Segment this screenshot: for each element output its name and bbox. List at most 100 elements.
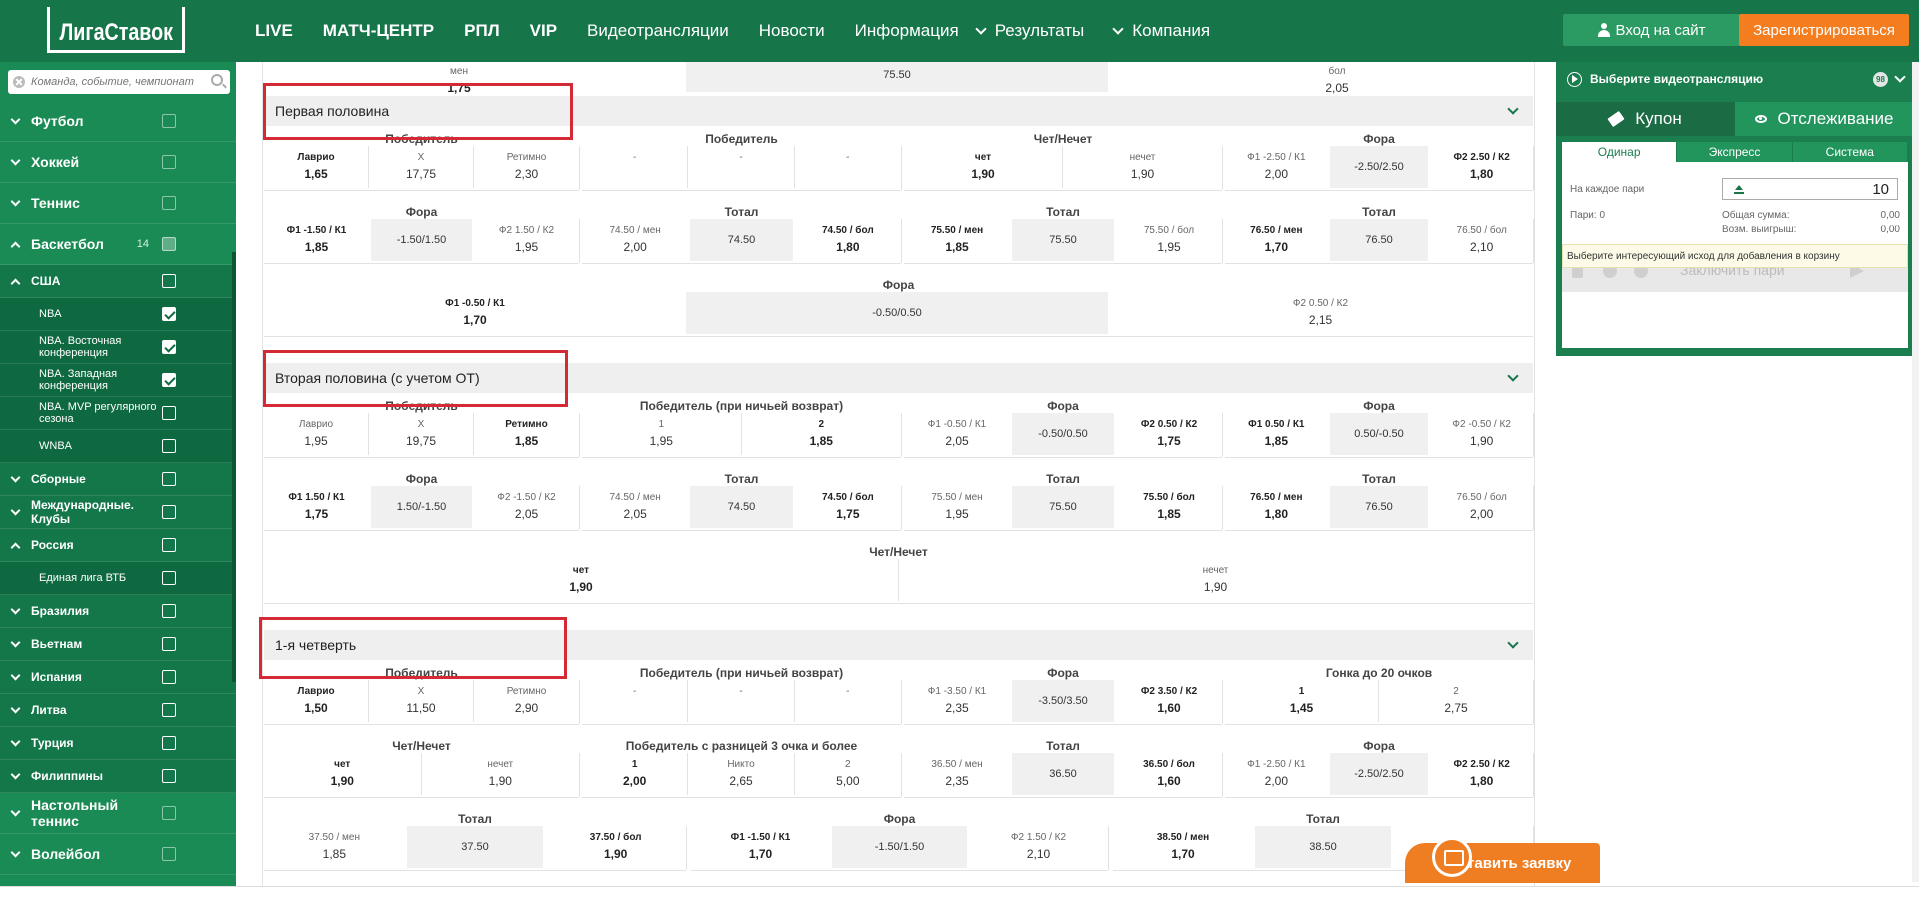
checkbox[interactable]: [162, 307, 176, 321]
odds-cell[interactable]: X 11,50: [369, 680, 474, 722]
chevron-up-icon[interactable]: [10, 278, 21, 288]
checkbox[interactable]: [162, 769, 176, 783]
sidebar-item-sub[interactable]: Турция: [0, 727, 236, 760]
sidebar-item-sub[interactable]: Бразилия: [0, 595, 236, 628]
odds-cell[interactable]: Никто 2,65: [688, 753, 795, 795]
sidebar-item-sub[interactable]: Сборные: [0, 463, 236, 496]
odds-cell[interactable]: Ф1 -2.50 / К1 2,00: [1225, 146, 1328, 188]
chevron-down-icon[interactable]: [10, 703, 21, 714]
sidebar-item-sport[interactable]: Футбол: [0, 101, 236, 142]
checkbox[interactable]: [162, 274, 176, 288]
odds-cell[interactable]: 2 1,85: [742, 413, 902, 455]
nav-item-1[interactable]: МАТЧ-ЦЕНТР: [323, 21, 434, 41]
checkbox[interactable]: [162, 806, 176, 820]
odds-cell[interactable]: Ретимно 2,90: [474, 680, 579, 722]
sidebar-item-leaf[interactable]: WNBA: [0, 430, 236, 463]
odds-cell[interactable]: Ф1 -2.50 / К1 2,00: [1225, 753, 1328, 795]
checkbox[interactable]: [162, 736, 176, 750]
chevron-down-icon[interactable]: [10, 806, 21, 817]
odds-cell[interactable]: Ф2 1.50 / К2 2,10: [969, 826, 1108, 868]
sidebar-item-sport[interactable]: Настольный теннис: [0, 793, 236, 834]
section-title[interactable]: Первая половина: [275, 103, 389, 119]
odds-cell[interactable]: 36.50 / мен 2,35: [904, 753, 1010, 795]
checkbox[interactable]: [162, 703, 176, 717]
odds-cell[interactable]: -: [688, 680, 795, 722]
nav-item-7[interactable]: Результаты: [975, 21, 1084, 41]
section-title[interactable]: 1-я четверть: [275, 637, 356, 653]
odds-cell[interactable]: Ф1 1.50 / К1 1,75: [264, 486, 369, 528]
odds-cell[interactable]: -: [582, 146, 689, 188]
sidebar-item-leaf[interactable]: NBA: [0, 298, 236, 331]
checkbox[interactable]: [162, 538, 176, 552]
checkbox[interactable]: [162, 439, 176, 453]
odds-cell[interactable]: нечет 1,90: [898, 559, 1533, 601]
nav-item-8[interactable]: Компания: [1112, 21, 1210, 41]
checkbox[interactable]: [162, 604, 176, 618]
odds-cell[interactable]: 2 5,00: [795, 753, 901, 795]
chevron-down-icon[interactable]: [10, 505, 21, 516]
checkbox[interactable]: [162, 670, 176, 684]
nav-item-2[interactable]: РПЛ: [464, 21, 500, 41]
odds-cell[interactable]: -: [582, 680, 689, 722]
checkbox[interactable]: [162, 196, 176, 210]
odds-cell[interactable]: 2 2,75: [1379, 680, 1533, 722]
checkbox[interactable]: [162, 637, 176, 651]
odds-cell[interactable]: X 19,75: [369, 413, 474, 455]
odds-cell[interactable]: Ф1 -1.50 / К1 1,70: [691, 826, 830, 868]
odds-cell[interactable]: 74.50 / мен 2,00: [582, 219, 688, 261]
logo[interactable]: ЛигаСтавок: [47, 7, 185, 53]
checkbox[interactable]: [162, 114, 176, 128]
sidebar-item-leaf[interactable]: Единая лига ВТБ: [0, 562, 236, 595]
odds-cell[interactable]: 75.50 / бол 1,95: [1116, 219, 1222, 261]
odds-cell[interactable]: 1 2,00: [582, 753, 689, 795]
odds-cell[interactable]: Ретимно 1,85: [474, 413, 579, 455]
login-button[interactable]: Вход на сайт: [1563, 14, 1740, 46]
chevron-down-icon[interactable]: [10, 670, 21, 681]
odds-cell[interactable]: 76.50 / бол 2,00: [1430, 486, 1533, 528]
odds-cell[interactable]: 38.50 / мен 1,70: [1113, 826, 1253, 868]
bet-type-tab[interactable]: Экспресс: [1677, 142, 1793, 162]
odds-cell[interactable]: 74.50 / мен 2,05: [582, 486, 688, 528]
checkbox[interactable]: [162, 472, 176, 486]
checkbox[interactable]: [162, 340, 176, 354]
sidebar-item-sport[interactable]: Волейбол: [0, 834, 236, 875]
odds-cell[interactable]: 37.50 / мен 1,85: [264, 826, 405, 868]
odds-cell[interactable]: Ф1 -3.50 / К1 2,35: [904, 680, 1010, 722]
odds-cell[interactable]: 75.50 / бол 1,85: [1116, 486, 1222, 528]
odds-cell[interactable]: чет 1,90: [264, 753, 422, 795]
nav-item-5[interactable]: Новости: [759, 21, 825, 41]
sidebar-item-sub[interactable]: Россия: [0, 529, 236, 562]
odds-cell[interactable]: 36.50 / бол 1,60: [1116, 753, 1222, 795]
odds-cell[interactable]: X 17,75: [369, 146, 474, 188]
register-button[interactable]: Зарегистрироваться: [1739, 14, 1909, 46]
sidebar-item-leaf[interactable]: NBA. MVP регулярного сезона: [0, 397, 236, 430]
checkbox[interactable]: [162, 406, 176, 420]
tab-coupon[interactable]: Купон: [1556, 102, 1735, 136]
chevron-up-icon[interactable]: [10, 241, 21, 251]
odds-cell[interactable]: -: [795, 680, 901, 722]
chevron-down-icon[interactable]: [10, 847, 21, 858]
sidebar-item-sub[interactable]: Филиппины: [0, 760, 236, 793]
odds-cell[interactable]: Ф1 -0.50 / К1 1,70: [264, 292, 686, 334]
odds-cell[interactable]: Лаврио 1,50: [264, 680, 369, 722]
chevron-down-icon[interactable]: [1507, 637, 1519, 649]
checkbox[interactable]: [162, 155, 176, 169]
checkbox[interactable]: [162, 847, 176, 861]
checkbox[interactable]: [162, 373, 176, 387]
clear-icon[interactable]: [13, 76, 25, 88]
stake-input[interactable]: 10: [1722, 178, 1898, 200]
chevron-down-icon[interactable]: [1507, 370, 1519, 382]
odds-cell[interactable]: Ретимно 2,30: [474, 146, 579, 188]
bet-type-tab[interactable]: Система: [1793, 142, 1908, 162]
odds-cell[interactable]: 76.50 / бол 2,10: [1430, 219, 1533, 261]
chevron-down-icon[interactable]: [1507, 103, 1519, 115]
chevron-down-icon[interactable]: [10, 736, 21, 747]
search-icon[interactable]: [211, 74, 223, 86]
chevron-down-icon[interactable]: [10, 472, 21, 483]
sidebar-item-sport[interactable]: Хоккей: [0, 142, 236, 183]
leave-request-button[interactable]: Оставить заявку: [1405, 837, 1600, 883]
odds-cell[interactable]: Ф2 0.50 / К2 2,15: [1108, 292, 1533, 334]
nav-item-3[interactable]: VIP: [530, 21, 557, 41]
rules-link[interactable]: Правилами приёма ставок и выплаты выигры…: [1562, 231, 1764, 240]
sidebar-item-leaf[interactable]: NBA. Восточная конференция: [0, 331, 236, 364]
